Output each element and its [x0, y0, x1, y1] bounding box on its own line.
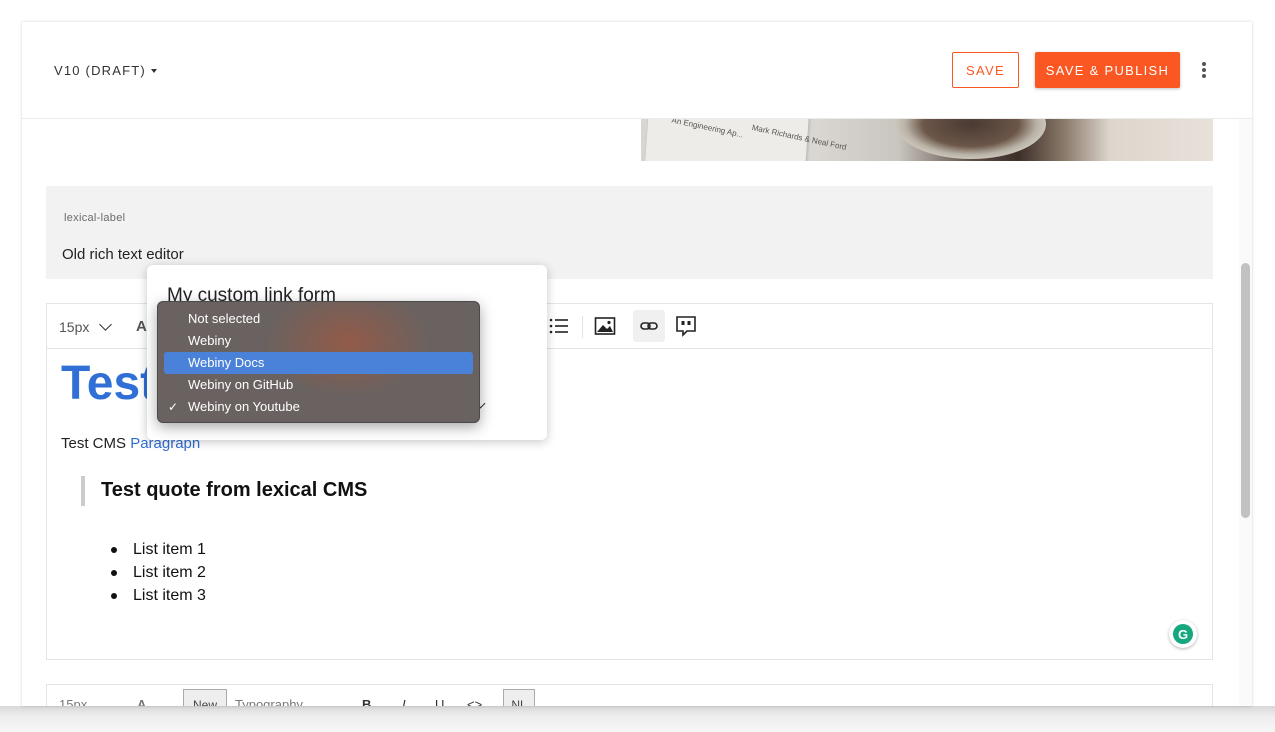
- scrollbar-thumb[interactable]: [1241, 263, 1250, 518]
- code-button[interactable]: <>: [467, 697, 482, 706]
- checkmark-icon: ✓: [168, 400, 179, 414]
- more-options-icon[interactable]: [1194, 60, 1214, 80]
- grammarly-icon[interactable]: G: [1169, 620, 1197, 648]
- italic-button[interactable]: I: [402, 697, 406, 706]
- link-icon: [640, 322, 658, 330]
- font-color-button[interactable]: A: [137, 697, 146, 706]
- save-button[interactable]: SAVE: [952, 52, 1019, 88]
- toolbar-divider: [582, 316, 583, 338]
- paragraph-text: Test CMS: [61, 435, 131, 452]
- rich-text-editor-secondary: 15px A New Typography B I U <> NL: [46, 684, 1213, 706]
- numbered-list-button[interactable]: NL: [503, 689, 535, 706]
- chevron-down-icon[interactable]: [99, 318, 112, 331]
- dropdown-option[interactable]: Webiny on GitHub: [164, 374, 473, 396]
- dropdown-option-highlighted[interactable]: Webiny Docs: [164, 352, 473, 374]
- content-heading[interactable]: Test: [61, 356, 156, 411]
- caret-down-icon: [150, 69, 157, 73]
- list-item[interactable]: List item 3: [111, 584, 206, 607]
- revision-label: V10 (DRAFT): [54, 63, 146, 78]
- typography-select[interactable]: Typography: [235, 697, 303, 706]
- form-header: V10 (DRAFT) SAVE SAVE & PUBLISH: [22, 22, 1252, 119]
- field-label: lexical-label: [64, 212, 126, 224]
- underline-button[interactable]: U: [435, 697, 444, 706]
- bold-button[interactable]: B: [362, 697, 371, 706]
- grammarly-glyph: G: [1173, 624, 1193, 644]
- new-button[interactable]: New: [183, 689, 227, 706]
- link-button[interactable]: [633, 310, 665, 342]
- dropdown-option[interactable]: Not selected: [164, 308, 473, 330]
- cover-image: An Engineering Ap... Mark Richards & Nea…: [641, 119, 1213, 161]
- dropdown-option-selected[interactable]: ✓ Webiny on Youtube: [164, 396, 473, 418]
- book-cover: [645, 119, 809, 161]
- revision-selector[interactable]: V10 (DRAFT): [54, 63, 157, 78]
- bullet-list-icon[interactable]: [549, 317, 569, 335]
- quote-icon[interactable]: [675, 315, 697, 337]
- link-select-dropdown[interactable]: Not selected Webiny Webiny Docs Webiny o…: [157, 301, 480, 423]
- font-size-select[interactable]: 15px: [59, 319, 89, 335]
- save-and-publish-button[interactable]: SAVE & PUBLISH: [1035, 52, 1180, 88]
- font-color-button[interactable]: A: [136, 318, 147, 335]
- content-quote[interactable]: Test quote from lexical CMS: [81, 476, 367, 506]
- plate-photo: [896, 119, 1046, 159]
- image-icon[interactable]: [594, 315, 616, 337]
- list-item[interactable]: List item 2: [111, 561, 206, 584]
- list-item[interactable]: List item 1: [111, 538, 206, 561]
- dropdown-option[interactable]: Webiny: [164, 330, 473, 352]
- content-list[interactable]: List item 1 List item 2 List item 3: [111, 538, 206, 607]
- field-value[interactable]: Old rich text editor: [62, 246, 184, 263]
- font-size-select[interactable]: 15px: [59, 697, 87, 706]
- window-bottom-shadow: [0, 706, 1275, 732]
